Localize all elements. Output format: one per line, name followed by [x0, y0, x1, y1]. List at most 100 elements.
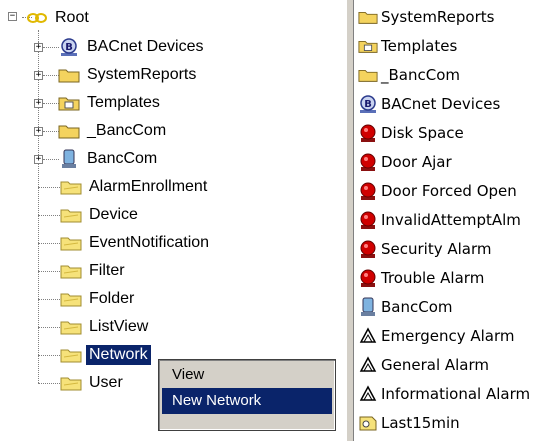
list-item[interactable]: Emergency Alarm [358, 324, 515, 348]
root-icon [26, 8, 48, 28]
list-item[interactable]: InvalidAttemptAlm [358, 208, 521, 232]
list-item-label: SystemReports [381, 8, 495, 26]
yellow-folder-icon [60, 373, 82, 393]
tree-connector [38, 299, 60, 300]
warning-icon [358, 355, 378, 375]
list-item[interactable]: B BACnet Devices [358, 92, 500, 116]
tree-node-filter[interactable]: Filter [60, 259, 128, 283]
context-menu[interactable]: View New Network [158, 359, 336, 431]
tree-node-bacnet-devices[interactable]: B BACnet Devices [58, 35, 207, 59]
list-item-label: Emergency Alarm [381, 327, 515, 345]
list-item[interactable]: Door Forced Open [358, 179, 517, 203]
alarm-red-icon [358, 181, 378, 201]
list-item-label: BancCom [381, 298, 453, 316]
folder-icon [358, 65, 378, 85]
svg-text:B: B [65, 42, 73, 53]
tree-connector [43, 131, 59, 132]
tree-connector [38, 30, 39, 42]
folder-icon [58, 65, 80, 85]
report-icon [358, 413, 378, 433]
list-item[interactable]: Trouble Alarm [358, 266, 484, 290]
list-item-label: _BancCom [381, 66, 460, 84]
tree-node-systemreports[interactable]: SystemReports [58, 63, 199, 87]
tree-node-label: BancCom [87, 150, 158, 167]
tree-node-device[interactable]: Device [60, 203, 141, 227]
tree-node-banccom[interactable]: BancCom [58, 147, 160, 171]
alarm-red-icon [358, 239, 378, 259]
list-view[interactable]: SystemReports Templates _BancCom B BACne… [358, 0, 558, 441]
yellow-folder-icon [60, 317, 82, 337]
svg-text:B: B [364, 99, 372, 110]
collapse-expander[interactable]: − [8, 12, 17, 21]
yellow-folder-icon [60, 289, 82, 309]
computer-icon [358, 297, 378, 317]
tree-node-label: Root [55, 9, 89, 26]
list-item[interactable]: Informational Alarm [358, 382, 530, 406]
list-item-label: Templates [381, 37, 458, 55]
tree-connector [38, 271, 60, 272]
list-item[interactable]: BancCom [358, 295, 453, 319]
expand-expander[interactable]: + [34, 127, 43, 136]
tree-node-folder[interactable]: Folder [60, 287, 137, 311]
alarm-red-icon [358, 152, 378, 172]
list-item-label: Informational Alarm [381, 385, 531, 403]
list-item-label: BACnet Devices [381, 95, 501, 113]
list-item-label: Last15min [381, 414, 460, 432]
menu-item-view[interactable]: View [162, 362, 332, 388]
tree-node-root[interactable]: Root [26, 6, 92, 30]
tree-node-label: _BancCom [87, 122, 167, 139]
tree-connector [43, 159, 59, 160]
list-item-label: Door Ajar [381, 153, 452, 171]
expand-expander[interactable]: + [34, 99, 43, 108]
tree-connector [38, 215, 60, 216]
template-folder-icon [58, 93, 80, 113]
list-item[interactable]: _BancCom [358, 63, 460, 87]
bacnet-icon: B [358, 94, 378, 114]
tree-node-alarmenrollment[interactable]: AlarmEnrollment [60, 175, 210, 199]
list-item-label: Disk Space [381, 124, 464, 142]
tree-node-_banccom[interactable]: _BancCom [58, 119, 169, 143]
tree-node-label: ListView [89, 318, 149, 335]
tree-connector [38, 383, 60, 384]
tree-node-network[interactable]: Network [60, 343, 151, 367]
list-item[interactable]: Security Alarm [358, 237, 492, 261]
tree-connector [43, 75, 59, 76]
tree-node-eventnotification[interactable]: EventNotification [60, 231, 212, 255]
tree-connector [43, 47, 59, 48]
bacnet-icon: B [58, 37, 80, 57]
expand-expander[interactable]: + [34, 43, 43, 52]
tree-node-label: User [89, 374, 123, 391]
tree-node-templates[interactable]: Templates [58, 91, 163, 115]
list-item[interactable]: SystemReports [358, 5, 494, 29]
list-item-label: Security Alarm [381, 240, 492, 258]
tree-connector [38, 187, 60, 188]
tree-node-label: Filter [89, 262, 125, 279]
alarm-red-icon [358, 268, 378, 288]
list-item-label: Door Forced Open [381, 182, 517, 200]
list-item-label: General Alarm [381, 356, 490, 374]
tree-connector [38, 42, 39, 383]
list-item[interactable]: Disk Space [358, 121, 464, 145]
expand-expander[interactable]: + [34, 71, 43, 80]
list-item[interactable]: General Alarm [358, 353, 489, 377]
yellow-folder-icon [60, 261, 82, 281]
folder-icon [358, 7, 378, 27]
tree-node-label: AlarmEnrollment [89, 178, 208, 195]
alarm-red-icon [358, 210, 378, 230]
yellow-folder-icon [60, 205, 82, 225]
folder-icon [58, 121, 80, 141]
tree-node-user[interactable]: User [60, 371, 126, 395]
pane-splitter[interactable] [346, 0, 354, 441]
tree-node-listview[interactable]: ListView [60, 315, 151, 339]
tree-node-label: EventNotification [89, 234, 210, 251]
menu-item-new-network[interactable]: New Network [162, 388, 332, 414]
expand-expander[interactable]: + [34, 155, 43, 164]
tree-node-label: BACnet Devices [87, 38, 204, 55]
tree-node-label: SystemReports [87, 66, 197, 83]
alarm-red-icon [358, 123, 378, 143]
list-item[interactable]: Last15min [358, 411, 460, 435]
warning-icon [358, 326, 378, 346]
list-item[interactable]: Door Ajar [358, 150, 452, 174]
tree-connector [38, 243, 60, 244]
list-item[interactable]: Templates [358, 34, 457, 58]
